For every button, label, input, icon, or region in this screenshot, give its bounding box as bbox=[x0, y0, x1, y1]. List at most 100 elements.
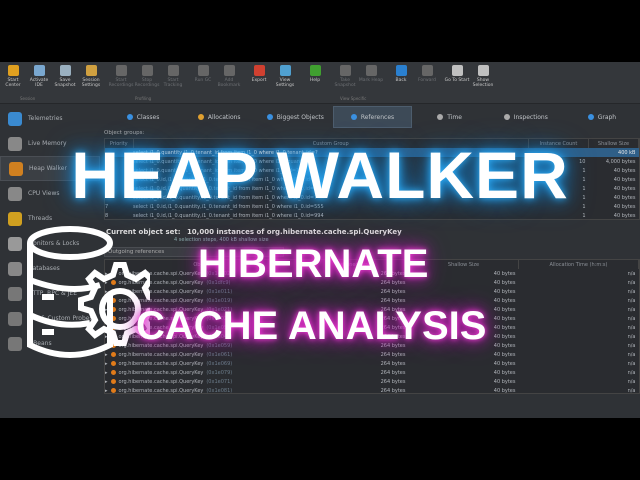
column-header[interactable]: Allocation Time (h:m:s) bbox=[518, 260, 639, 269]
button-label: Save Snapshot bbox=[54, 78, 76, 88]
tab-inspections[interactable]: Inspections bbox=[488, 106, 564, 128]
back-icon bbox=[395, 65, 407, 76]
tab-time[interactable]: Time bbox=[412, 106, 488, 128]
retained-size: 264 bytes bbox=[380, 288, 406, 295]
retained-size: 264 bytes bbox=[380, 351, 406, 358]
button-label: Back bbox=[395, 78, 407, 83]
table-cell: 40 bytes bbox=[613, 212, 636, 219]
toolbar: Start Center Activate IDE Save Snapshot Ses… bbox=[0, 62, 640, 104]
save-snapshot-button[interactable]: Save Snapshot bbox=[52, 62, 78, 103]
shallow-size: 40 bytes bbox=[493, 351, 516, 358]
tab-allocations[interactable]: Allocations bbox=[181, 106, 257, 128]
shallow-size: 40 bytes bbox=[493, 360, 516, 367]
help-icon bbox=[309, 65, 321, 76]
button-label: View Settings bbox=[275, 78, 295, 88]
retained-size: 264 bytes bbox=[380, 378, 406, 385]
tab-biggest-objects[interactable]: Biggest Objects bbox=[257, 106, 333, 128]
overlay-subtitle-2: CACHE ANALYSIS bbox=[136, 304, 487, 348]
table-row[interactable]: ▸ org.hibernate.cache.spi.QueryKey (0x1e07… bbox=[105, 368, 639, 377]
tab-label: Inspections bbox=[513, 113, 548, 121]
record-icon bbox=[115, 65, 127, 76]
view-settings-button[interactable]: View Settings bbox=[272, 62, 298, 103]
instance-icon bbox=[110, 388, 116, 393]
table-row[interactable]: ▸ org.hibernate.cache.spi.QueryKey (0x1e01… bbox=[105, 287, 639, 296]
retained-size: 264 bytes bbox=[380, 360, 406, 367]
expand-icon[interactable]: ▸ bbox=[105, 370, 108, 376]
view-tabs: Classes Allocations Biggest Objects Referen… bbox=[105, 106, 640, 128]
sidebar-item-telemetries[interactable]: Telemetries bbox=[0, 106, 100, 131]
table-row[interactable]: 8 select i1_0.id,i1_0.quantity,i1_0.tenan… bbox=[105, 211, 639, 219]
start-recordings-button[interactable]: Start Recordings bbox=[108, 62, 134, 103]
table-cell: select i1_0.id,i1_0.quantity,i1_0.tenant… bbox=[133, 212, 324, 219]
forward-icon bbox=[421, 65, 433, 76]
object-id: (0x1e011) bbox=[206, 288, 233, 295]
allocation-time: n/a bbox=[627, 378, 636, 385]
allocation-time: n/a bbox=[627, 342, 636, 349]
inspections-icon bbox=[503, 114, 510, 120]
selection-icon bbox=[477, 65, 489, 76]
tab-references[interactable]: References bbox=[333, 106, 412, 128]
object-id: (0x1e079) bbox=[206, 369, 233, 376]
table-row[interactable]: ▸ org.hibernate.cache.spi.QueryKey (0x1e08… bbox=[105, 386, 639, 394]
stop-icon bbox=[141, 65, 153, 76]
settings-icon bbox=[85, 65, 97, 76]
class-name: org.hibernate.cache.spi.QueryKey bbox=[118, 378, 204, 385]
tab-label: Classes bbox=[136, 113, 160, 121]
forward-button[interactable]: Forward bbox=[414, 62, 440, 103]
session-settings-button[interactable]: Session Settings bbox=[78, 62, 104, 103]
toolbar-group-label: Session bbox=[20, 96, 36, 101]
time-icon bbox=[437, 114, 444, 120]
button-label: Start Tracking bbox=[163, 78, 183, 88]
button-label: Export bbox=[251, 78, 267, 83]
tab-classes[interactable]: Classes bbox=[105, 106, 181, 128]
button-label: Session Settings bbox=[81, 78, 101, 88]
classes-icon bbox=[126, 114, 133, 120]
button-label: Show Selection bbox=[472, 78, 494, 88]
button-label: Start Center bbox=[5, 78, 21, 88]
shallow-size: 40 bytes bbox=[493, 369, 516, 376]
view-settings-icon bbox=[279, 65, 291, 76]
button-label: Go To Start bbox=[444, 78, 470, 83]
retained-size: 264 bytes bbox=[380, 387, 406, 394]
allocation-time: n/a bbox=[627, 333, 636, 340]
object-id: (0x1e081) bbox=[206, 387, 233, 394]
allocation-time: n/a bbox=[627, 270, 636, 277]
camera-icon bbox=[339, 65, 351, 76]
table-cell: 8 bbox=[105, 212, 109, 219]
tab-label: Graph bbox=[597, 113, 617, 121]
object-id: (0x1e071) bbox=[206, 378, 233, 385]
table-row[interactable]: ▸ org.hibernate.cache.spi.QueryKey (0x1e07… bbox=[105, 377, 639, 386]
back-button[interactable]: Back bbox=[388, 62, 414, 103]
allocation-time: n/a bbox=[627, 297, 636, 304]
references-icon bbox=[350, 114, 357, 120]
home-icon bbox=[451, 65, 463, 76]
add-bookmark-button[interactable]: Add Bookmark bbox=[216, 62, 242, 103]
expand-icon[interactable]: ▸ bbox=[105, 379, 108, 385]
class-name: org.hibernate.cache.spi.QueryKey bbox=[118, 387, 204, 394]
start-tracking-button[interactable]: Start Tracking bbox=[160, 62, 186, 103]
tracking-icon bbox=[167, 65, 179, 76]
button-label: Activate IDE bbox=[29, 78, 49, 88]
allocation-time: n/a bbox=[627, 369, 636, 376]
database-gear-icon bbox=[27, 226, 150, 358]
button-label: Help bbox=[309, 78, 321, 83]
help-button[interactable]: Help bbox=[302, 62, 328, 103]
table-row[interactable]: ▸ org.hibernate.cache.spi.QueryKey (0x1e06… bbox=[105, 359, 639, 368]
object-id: (0x1e069) bbox=[206, 360, 233, 367]
bookmark-icon bbox=[223, 65, 235, 76]
go-to-start-button[interactable]: Go To Start bbox=[444, 62, 470, 103]
table-row[interactable]: ▸ org.hibernate.cache.spi.QueryKey (0x1e06… bbox=[105, 350, 639, 359]
gc-icon bbox=[197, 65, 209, 76]
run-gc-button[interactable]: Run GC bbox=[190, 62, 216, 103]
folder-icon bbox=[7, 65, 19, 76]
expand-icon[interactable]: ▸ bbox=[105, 388, 108, 394]
sidebar-item-label: Threads bbox=[28, 215, 53, 222]
export-button[interactable]: Export bbox=[246, 62, 272, 103]
instance-icon bbox=[110, 370, 116, 375]
instance-icon bbox=[110, 379, 116, 384]
tab-graph[interactable]: Graph bbox=[564, 106, 640, 128]
graph-icon bbox=[587, 114, 594, 120]
show-selection-button[interactable]: Show Selection bbox=[470, 62, 496, 103]
retained-size: 264 bytes bbox=[380, 369, 406, 376]
class-name: org.hibernate.cache.spi.QueryKey bbox=[118, 369, 204, 376]
